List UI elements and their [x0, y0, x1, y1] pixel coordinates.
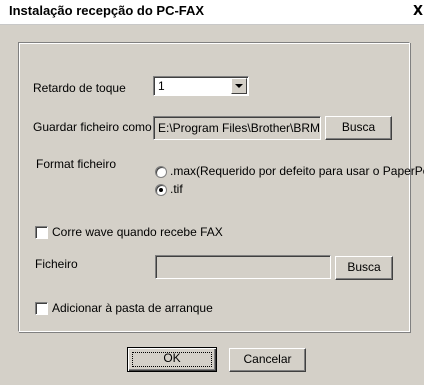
file-format-label: Format ficheiro: [36, 157, 117, 171]
play-wave-label: Corre wave quando recebe FAX: [52, 225, 223, 239]
wave-file-label: Ficheiro: [35, 257, 78, 271]
ok-button-label: OK: [163, 351, 181, 365]
save-path-field[interactable]: E:\Program Files\Brother\BRMFLP: [153, 116, 321, 140]
pcfax-receive-dialog: Instalação recepção do PC-FAX X Retardo …: [0, 0, 424, 385]
ok-button[interactable]: OK: [127, 347, 217, 372]
ring-delay-value: 1: [158, 79, 165, 93]
title-bar[interactable]: Instalação recepção do PC-FAX X: [0, 0, 424, 25]
format-max-radio[interactable]: [155, 166, 167, 178]
startup-label: Adicionar à pasta de arranque: [52, 301, 213, 315]
wave-file-field[interactable]: [155, 255, 331, 279]
chevron-down-icon[interactable]: [231, 78, 247, 94]
save-file-label: Guardar ficheiro como: [33, 120, 152, 134]
browse-save-path-button[interactable]: Busca: [325, 116, 392, 140]
close-icon[interactable]: X: [410, 4, 424, 20]
format-max-label: .max(Requerido por defeito para usar o P…: [170, 164, 424, 178]
cancel-button[interactable]: Cancelar: [229, 348, 306, 372]
browse-wave-file-button[interactable]: Busca: [335, 256, 393, 280]
startup-checkbox[interactable]: [35, 302, 48, 315]
ring-delay-label: Retardo de toque: [33, 81, 126, 95]
play-wave-checkbox[interactable]: [35, 226, 48, 239]
format-tif-label: .tif: [170, 182, 183, 196]
window-title: Instalação recepção do PC-FAX: [9, 3, 205, 18]
format-tif-radio[interactable]: [155, 184, 167, 196]
ring-delay-select[interactable]: 1: [153, 76, 249, 96]
